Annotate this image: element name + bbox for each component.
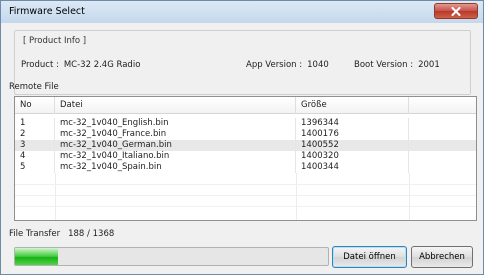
window-title: Firmware Select: [9, 6, 85, 17]
row-extra: [409, 118, 476, 129]
boot-version-value: 2001: [418, 60, 440, 70]
row-size: 1396344: [296, 118, 409, 129]
row-divider: [15, 184, 476, 185]
cancel-button[interactable]: Abbrechen: [411, 246, 473, 268]
row-size: 1400320: [296, 151, 409, 162]
row-file: mc-32_1v040_German.bin: [55, 140, 296, 151]
transfer-progress-bar: [14, 247, 329, 266]
product-info-text: Product : MC-32 2.4G Radio: [21, 60, 140, 70]
row-file: mc-32_1v040_France.bin: [55, 129, 296, 140]
boot-version-text: Boot Version : 2001: [354, 60, 440, 70]
column-divider: [55, 173, 56, 220]
product-label: Product :: [21, 60, 59, 70]
table-row[interactable]: 2 mc-32_1v040_France.bin 1400176: [15, 129, 476, 140]
close-button[interactable]: [434, 3, 478, 19]
row-no: 4: [15, 151, 55, 162]
column-divider: [296, 173, 297, 220]
transfer-separator: /: [87, 229, 90, 239]
transfer-current: 188: [68, 229, 85, 239]
row-divider: [15, 195, 476, 196]
table-row[interactable]: 1 mc-32_1v040_English.bin 1396344: [15, 118, 476, 129]
column-header-file[interactable]: Datei: [55, 97, 296, 114]
row-size: 1400176: [296, 129, 409, 140]
open-file-button[interactable]: Datei öffnen: [332, 246, 407, 268]
column-header-size[interactable]: Größe: [296, 97, 409, 114]
product-info-title: [ Product Info ]: [23, 36, 87, 46]
row-size: 1400344: [296, 162, 409, 173]
progress-fill: [15, 248, 58, 265]
firmware-select-dialog: Firmware Select [ Product Info ] Product…: [0, 0, 484, 275]
product-value: MC-32 2.4G Radio: [63, 60, 141, 70]
column-divider: [409, 173, 410, 220]
boot-version-label: Boot Version :: [354, 60, 414, 70]
row-extra: [409, 129, 476, 140]
product-info-group: [ Product Info ] Product : MC-32 2.4G Rad…: [14, 30, 471, 95]
app-version-text: App Version : 1040: [246, 60, 329, 70]
app-version-value: 1040: [307, 60, 329, 70]
row-no: 1: [15, 118, 55, 129]
table-row[interactable]: 4 mc-32_1v040_Italiano.bin 1400320: [15, 151, 476, 162]
row-extra: [409, 162, 476, 173]
remote-file-label: Remote File: [9, 82, 59, 92]
file-transfer-status: File Transfer 188 / 1368: [9, 229, 114, 239]
table-row[interactable]: 5 mc-32_1v040_Spain.bin 1400344: [15, 162, 476, 173]
row-divider: [15, 206, 476, 207]
transfer-total: 1368: [92, 229, 115, 239]
table-row-selected[interactable]: 3 mc-32_1v040_German.bin 1400552: [15, 140, 476, 151]
row-size: 1400552: [296, 140, 409, 151]
row-no: 2: [15, 129, 55, 140]
column-header-extra[interactable]: [409, 97, 476, 114]
row-file: mc-32_1v040_Italiano.bin: [55, 151, 296, 162]
close-icon: [451, 6, 461, 16]
row-file: mc-32_1v040_English.bin: [55, 118, 296, 129]
row-extra: [409, 140, 476, 151]
column-header-no[interactable]: No: [15, 97, 55, 114]
dialog-body: [ Product Info ] Product : MC-32 2.4G Rad…: [7, 23, 477, 271]
row-extra: [409, 151, 476, 162]
app-version-label: App Version :: [246, 60, 303, 70]
row-file: mc-32_1v040_Spain.bin: [55, 162, 296, 173]
title-bar[interactable]: Firmware Select: [1, 1, 483, 23]
row-no: 3: [15, 140, 55, 151]
list-header: No Datei Größe: [15, 97, 476, 114]
row-no: 5: [15, 162, 55, 173]
remote-file-list[interactable]: No Datei Größe 1 mc-32_1v040_English.bin…: [14, 96, 477, 221]
file-transfer-label: File Transfer: [9, 229, 61, 239]
